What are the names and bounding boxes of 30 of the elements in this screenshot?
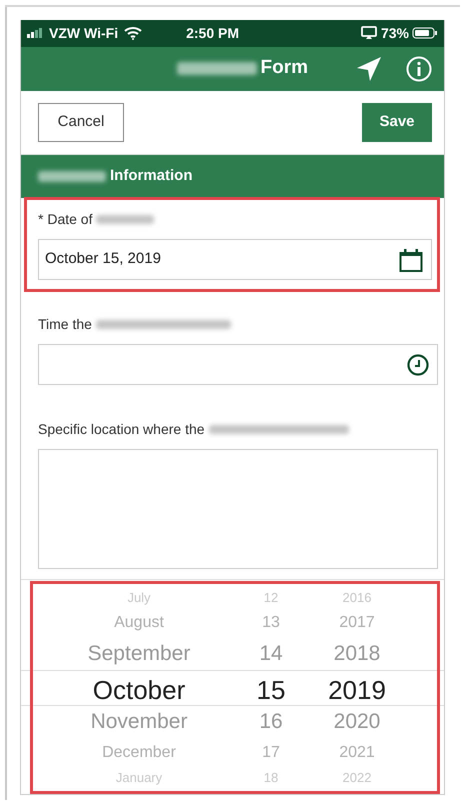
cancel-button[interactable]: Cancel [38,103,124,142]
picker-year[interactable]: 2018 [303,638,411,670]
date-field[interactable]: October 15, 2019 [38,239,432,280]
battery-percent: 73% [380,24,409,43]
picker-day[interactable]: 14 [239,638,303,670]
signal-icon [27,28,45,38]
picker-day[interactable]: 17 [239,741,303,765]
clock-icon [407,354,429,376]
info-icon[interactable] [406,56,432,82]
field-label: * Date of [38,210,92,229]
picker-year[interactable]: 2017 [303,611,411,635]
carrier-name: VZW Wi-Fi [49,24,118,43]
picker-month[interactable]: September [39,638,239,670]
save-button[interactable]: Save [362,103,432,142]
form-title: Form [260,56,308,80]
screen-mirroring-icon [360,26,377,40]
picker-month[interactable]: August [39,611,239,635]
wifi-icon [124,26,142,40]
calendar-icon [399,248,423,272]
field-value: October 15, 2019 [45,249,161,270]
picker-year[interactable]: 2021 [303,741,411,765]
section-title: Information [110,166,192,186]
field-label: Time the [38,315,92,334]
time-field[interactable] [38,344,438,385]
picker-day[interactable]: 13 [239,611,303,635]
status-time: 2:50 PM [186,24,239,43]
navigation-arrow-icon[interactable] [356,56,382,82]
battery-icon [412,27,438,40]
picker-month[interactable]: December [39,741,239,765]
field-label: Specific location where the [38,420,205,439]
